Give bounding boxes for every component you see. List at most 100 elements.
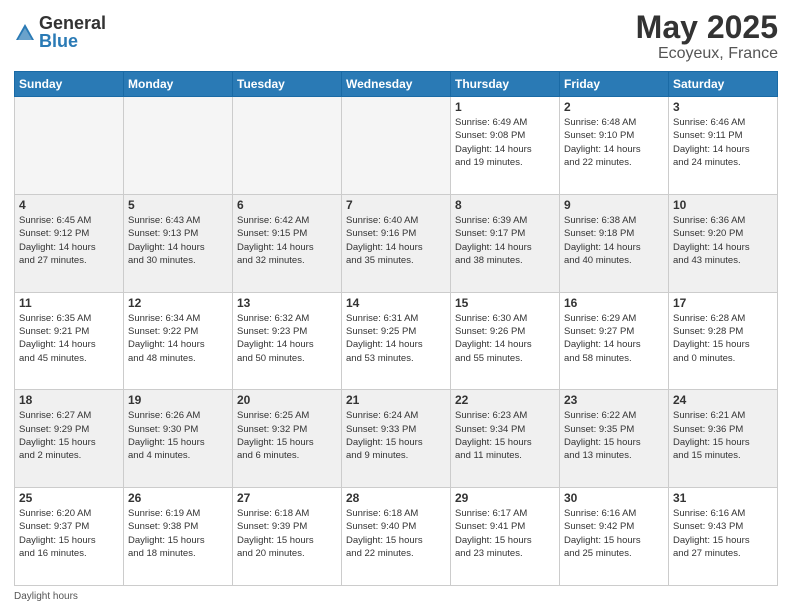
calendar-cell: 21Sunrise: 6:24 AM Sunset: 9:33 PM Dayli… (342, 390, 451, 488)
calendar-header-sunday: Sunday (15, 72, 124, 97)
calendar-cell: 27 Sunrise: 6:18 AM Sunset: 9:39 PM Dayli… (233, 488, 342, 586)
calendar-cell: 19Sunrise: 6:26 AM Sunset: 9:30 PM Dayli… (124, 390, 233, 488)
day-info: Sunrise: 6:16 AM Sunset: 9:43 PM Dayligh… (673, 507, 773, 560)
calendar-header-row: SundayMondayTuesdayWednesdayThursdayFrid… (15, 72, 778, 97)
calendar-cell: 24 Sunrise: 6:21 AM Sunset: 9:36 PM Dayli… (669, 390, 778, 488)
calendar-cell: 6 Sunrise: 6:42 AM Sunset: 9:15 PM Daylig… (233, 194, 342, 292)
day-number: 30 (564, 491, 664, 505)
logo-blue: Blue (39, 32, 106, 50)
day-number: 7 (346, 198, 446, 212)
day-info: Sunrise: 6:49 AM Sunset: 9:08 PM Dayligh… (455, 116, 555, 169)
day-number: 16 (564, 296, 664, 310)
day-info: Sunrise: 6:30 AM Sunset: 9:26 PM Dayligh… (455, 312, 555, 365)
calendar-cell: 15 Sunrise: 6:30 AM Sunset: 9:26 PM Dayli… (451, 292, 560, 390)
day-number: 15 (455, 296, 555, 310)
day-number: 2 (564, 100, 664, 114)
day-info: Sunrise: 6:20 AM Sunset: 9:37 PM Dayligh… (19, 507, 119, 560)
calendar-cell: 31Sunrise: 6:16 AM Sunset: 9:43 PM Dayli… (669, 488, 778, 586)
calendar-week-row: 4 Sunrise: 6:45 AM Sunset: 9:12 PM Daylig… (15, 194, 778, 292)
day-number: 4 (19, 198, 119, 212)
calendar-header-wednesday: Wednesday (342, 72, 451, 97)
day-info: Sunrise: 6:22 AM Sunset: 9:35 PM Dayligh… (564, 409, 664, 462)
day-info: Sunrise: 6:45 AM Sunset: 9:12 PM Dayligh… (19, 214, 119, 267)
calendar-cell: 2 Sunrise: 6:48 AM Sunset: 9:10 PM Daylig… (560, 97, 669, 195)
calendar-header-monday: Monday (124, 72, 233, 97)
day-number: 14 (346, 296, 446, 310)
day-info: Sunrise: 6:18 AM Sunset: 9:40 PM Dayligh… (346, 507, 446, 560)
day-number: 26 (128, 491, 228, 505)
day-number: 17 (673, 296, 773, 310)
day-info: Sunrise: 6:39 AM Sunset: 9:17 PM Dayligh… (455, 214, 555, 267)
day-info: Sunrise: 6:31 AM Sunset: 9:25 PM Dayligh… (346, 312, 446, 365)
location: Ecoyeux, France (636, 45, 778, 63)
day-number: 12 (128, 296, 228, 310)
day-number: 27 (237, 491, 337, 505)
day-number: 28 (346, 491, 446, 505)
calendar-header-tuesday: Tuesday (233, 72, 342, 97)
day-number: 10 (673, 198, 773, 212)
title-block: May 2025 Ecoyeux, France (636, 10, 778, 63)
day-info: Sunrise: 6:23 AM Sunset: 9:34 PM Dayligh… (455, 409, 555, 462)
calendar-cell: 14 Sunrise: 6:31 AM Sunset: 9:25 PM Dayli… (342, 292, 451, 390)
day-info: Sunrise: 6:35 AM Sunset: 9:21 PM Dayligh… (19, 312, 119, 365)
calendar-cell: 11 Sunrise: 6:35 AM Sunset: 9:21 PM Dayli… (15, 292, 124, 390)
calendar-cell: 18 Sunrise: 6:27 AM Sunset: 9:29 PM Dayli… (15, 390, 124, 488)
day-info: Sunrise: 6:27 AM Sunset: 9:29 PM Dayligh… (19, 409, 119, 462)
calendar-cell: 30 Sunrise: 6:16 AM Sunset: 9:42 PM Dayli… (560, 488, 669, 586)
day-info: Sunrise: 6:43 AM Sunset: 9:13 PM Dayligh… (128, 214, 228, 267)
calendar-header-thursday: Thursday (451, 72, 560, 97)
calendar-cell (124, 97, 233, 195)
day-info: Sunrise: 6:19 AM Sunset: 9:38 PM Dayligh… (128, 507, 228, 560)
calendar-cell: 4 Sunrise: 6:45 AM Sunset: 9:12 PM Daylig… (15, 194, 124, 292)
day-number: 29 (455, 491, 555, 505)
day-info: Sunrise: 6:24 AM Sunset: 9:33 PM Dayligh… (346, 409, 446, 462)
month-title: May 2025 (636, 10, 778, 45)
day-number: 25 (19, 491, 119, 505)
calendar-cell: 9Sunrise: 6:38 AM Sunset: 9:18 PM Daylig… (560, 194, 669, 292)
day-info: Sunrise: 6:34 AM Sunset: 9:22 PM Dayligh… (128, 312, 228, 365)
header: General Blue May 2025 Ecoyeux, France (14, 10, 778, 63)
calendar-cell (233, 97, 342, 195)
calendar-cell: 12 Sunrise: 6:34 AM Sunset: 9:22 PM Dayli… (124, 292, 233, 390)
day-info: Sunrise: 6:16 AM Sunset: 9:42 PM Dayligh… (564, 507, 664, 560)
calendar-cell: 5 Sunrise: 6:43 AM Sunset: 9:13 PM Daylig… (124, 194, 233, 292)
calendar-cell: 16 Sunrise: 6:29 AM Sunset: 9:27 PM Dayli… (560, 292, 669, 390)
day-info: Sunrise: 6:36 AM Sunset: 9:20 PM Dayligh… (673, 214, 773, 267)
day-info: Sunrise: 6:18 AM Sunset: 9:39 PM Dayligh… (237, 507, 337, 560)
footer-note: Daylight hours (14, 591, 778, 602)
day-number: 22 (455, 393, 555, 407)
day-info: Sunrise: 6:29 AM Sunset: 9:27 PM Dayligh… (564, 312, 664, 365)
day-info: Sunrise: 6:21 AM Sunset: 9:36 PM Dayligh… (673, 409, 773, 462)
day-info: Sunrise: 6:38 AM Sunset: 9:18 PM Dayligh… (564, 214, 664, 267)
calendar-cell: 26 Sunrise: 6:19 AM Sunset: 9:38 PM Dayli… (124, 488, 233, 586)
day-info: Sunrise: 6:48 AM Sunset: 9:10 PM Dayligh… (564, 116, 664, 169)
calendar-header-friday: Friday (560, 72, 669, 97)
calendar-cell: 13Sunrise: 6:32 AM Sunset: 9:23 PM Dayli… (233, 292, 342, 390)
day-number: 11 (19, 296, 119, 310)
day-number: 8 (455, 198, 555, 212)
calendar-header-saturday: Saturday (669, 72, 778, 97)
footer-daylight-label: Daylight hours (14, 591, 78, 602)
calendar-cell: 10 Sunrise: 6:36 AM Sunset: 9:20 PM Dayli… (669, 194, 778, 292)
calendar-cell (15, 97, 124, 195)
calendar-cell: 1Sunrise: 6:49 AM Sunset: 9:08 PM Daylig… (451, 97, 560, 195)
day-number: 18 (19, 393, 119, 407)
day-number: 23 (564, 393, 664, 407)
calendar-cell: 22 Sunrise: 6:23 AM Sunset: 9:34 PM Dayli… (451, 390, 560, 488)
calendar-cell: 7 Sunrise: 6:40 AM Sunset: 9:16 PM Daylig… (342, 194, 451, 292)
day-number: 5 (128, 198, 228, 212)
calendar-week-row: 18 Sunrise: 6:27 AM Sunset: 9:29 PM Dayli… (15, 390, 778, 488)
calendar-cell: 29Sunrise: 6:17 AM Sunset: 9:41 PM Dayli… (451, 488, 560, 586)
logo-icon (14, 22, 36, 44)
calendar-cell: 25 Sunrise: 6:20 AM Sunset: 9:37 PM Dayli… (15, 488, 124, 586)
calendar-week-row: 11 Sunrise: 6:35 AM Sunset: 9:21 PM Dayli… (15, 292, 778, 390)
day-info: Sunrise: 6:40 AM Sunset: 9:16 PM Dayligh… (346, 214, 446, 267)
day-number: 24 (673, 393, 773, 407)
day-number: 19 (128, 393, 228, 407)
page: General Blue May 2025 Ecoyeux, France Su… (0, 0, 792, 612)
day-info: Sunrise: 6:28 AM Sunset: 9:28 PM Dayligh… (673, 312, 773, 365)
calendar-cell (342, 97, 451, 195)
day-number: 6 (237, 198, 337, 212)
day-info: Sunrise: 6:32 AM Sunset: 9:23 PM Dayligh… (237, 312, 337, 365)
day-info: Sunrise: 6:42 AM Sunset: 9:15 PM Dayligh… (237, 214, 337, 267)
